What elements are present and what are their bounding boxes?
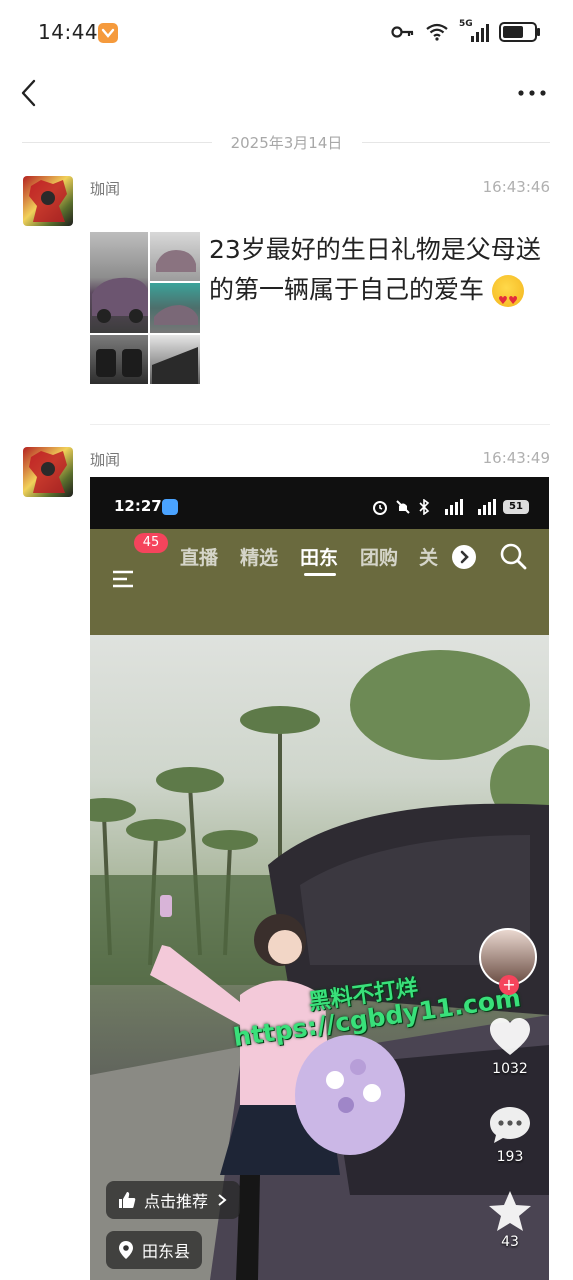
more-icon — [518, 90, 546, 96]
car-photo-thumbnail[interactable] — [90, 232, 148, 333]
tab-featured[interactable]: 精选 — [240, 543, 278, 570]
like-count: 1032 — [492, 1061, 528, 1077]
back-button[interactable] — [14, 76, 46, 110]
battery-icon — [499, 22, 540, 42]
tab-tiandong[interactable]: 田东 — [300, 543, 338, 570]
signal-icon — [478, 499, 496, 515]
menu-icon[interactable] — [112, 569, 134, 589]
wifi-icon — [426, 23, 448, 41]
more-tabs-button[interactable] — [452, 545, 476, 569]
comment-icon — [490, 1107, 530, 1143]
favorite-count: 43 — [501, 1234, 519, 1250]
author-name[interactable]: 珈闻 — [90, 449, 120, 470]
embedded-status-bar: 12:27 51 — [90, 477, 549, 529]
recommend-button[interactable]: 点击推荐 — [106, 1181, 241, 1219]
signal-icon: 5G — [459, 19, 489, 42]
star-icon — [489, 1191, 531, 1231]
video-photo[interactable]: 黑料不打烊 https://cgbdy11.com + 1032 193 43 … — [90, 635, 549, 1280]
car-photo-thumbnail[interactable] — [150, 232, 200, 281]
embedded-status-icons: 51 — [372, 499, 529, 515]
app-notification-icon — [98, 23, 118, 43]
follow-plus-icon[interactable]: + — [499, 975, 519, 995]
bluetooth-icon — [419, 499, 430, 515]
status-icons: 5G — [391, 19, 540, 42]
battery-indicator: 51 — [503, 500, 529, 514]
comment-count: 193 — [496, 1149, 524, 1165]
cloud-app-icon — [162, 499, 178, 515]
post-text-content: 23岁最好的生日礼物是父母送的第一辆属于自己的爱车 — [209, 235, 541, 304]
heart-eyes-emoji-icon — [491, 275, 524, 321]
active-tab-indicator — [304, 573, 336, 576]
car-interior-thumbnail[interactable] — [90, 335, 148, 384]
comment-button[interactable] — [488, 1105, 532, 1147]
avatar[interactable] — [23, 176, 73, 226]
chevron-left-icon — [21, 79, 36, 107]
location-tag[interactable]: 田东县 — [106, 1231, 203, 1269]
tab-following[interactable]: 关 — [419, 543, 438, 570]
location-label: 田东县 — [142, 1242, 191, 1261]
heart-icon — [490, 1018, 530, 1055]
post-separator — [90, 424, 550, 425]
like-button[interactable] — [488, 1017, 532, 1057]
car-photo-thumbnail[interactable] — [150, 283, 200, 333]
embedded-screenshot-image[interactable]: 12:27 51 45 直播 精选 田东 团购 关 黑料不打烊 https://… — [90, 477, 549, 1280]
author-name[interactable]: 珈闻 — [90, 178, 120, 199]
post-text: 23岁最好的生日礼物是父母送的第一辆属于自己的爱车 — [209, 230, 549, 321]
search-button[interactable] — [498, 541, 528, 571]
tab-group-buy[interactable]: 团购 — [360, 543, 398, 570]
key-icon — [391, 26, 414, 38]
embedded-status-time: 12:27 — [114, 497, 162, 515]
more-options-button[interactable] — [517, 80, 547, 106]
post-time: 16:43:49 — [482, 449, 550, 467]
signal-icon — [445, 499, 463, 515]
location-pin-icon — [119, 1241, 133, 1259]
recommend-label: 点击推荐 — [144, 1192, 209, 1211]
status-time: 14:44 — [38, 20, 99, 44]
alarm-icon — [373, 501, 387, 515]
favorite-button[interactable] — [488, 1190, 532, 1232]
image-grid[interactable] — [90, 232, 200, 384]
chevron-right-icon — [218, 1194, 227, 1206]
search-icon — [500, 543, 527, 570]
date-divider: 2025年3月14日 — [0, 132, 573, 153]
avatar[interactable] — [23, 447, 73, 497]
mute-icon — [396, 500, 410, 514]
car-interior-thumbnail[interactable] — [150, 335, 200, 384]
thumbs-up-icon — [119, 1192, 136, 1208]
tab-live[interactable]: 直播 — [180, 543, 218, 570]
post-time: 16:43:46 — [482, 178, 550, 196]
date-label: 2025年3月14日 — [220, 134, 353, 152]
chevron-right-icon — [460, 550, 469, 564]
notification-badge: 45 — [134, 533, 168, 553]
